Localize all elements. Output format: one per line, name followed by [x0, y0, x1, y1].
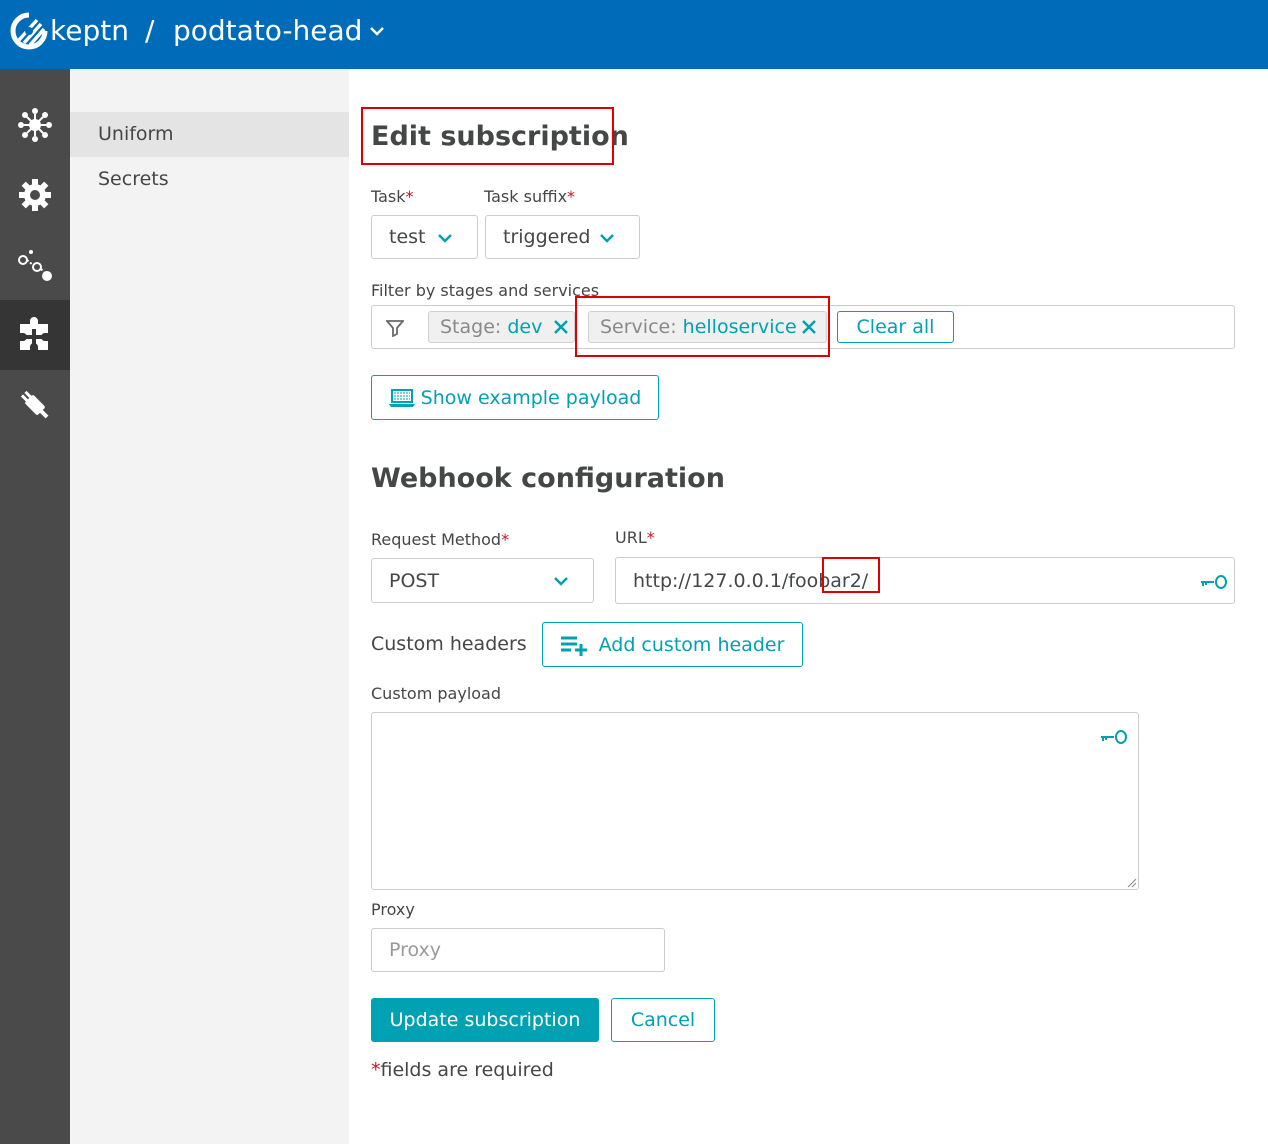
request-method-select[interactable]: POST — [371, 558, 594, 603]
submenu-item-secrets[interactable]: Secrets — [70, 157, 349, 202]
project-selector[interactable]: podtato-head — [173, 14, 362, 48]
url-value: http://127.0.0.1/foobar2/ — [633, 569, 869, 592]
add-list-icon — [560, 636, 587, 656]
update-subscription-button[interactable]: Update subscription — [371, 998, 599, 1042]
brand-name[interactable]: keptn — [50, 14, 129, 48]
submenu-item-uniform[interactable]: Uniform — [70, 112, 349, 157]
laptop-icon — [388, 388, 415, 407]
secret-key-icon[interactable] — [1100, 730, 1128, 744]
url-label: URL* — [615, 528, 655, 547]
task-label: Task* — [371, 187, 414, 206]
show-example-payload-button[interactable]: Show example payload — [371, 375, 659, 420]
url-input[interactable]: http://127.0.0.1/foobar2/ — [615, 557, 1235, 604]
filter-chip-service: Service: helloservice — [588, 311, 827, 343]
resize-handle-icon[interactable] — [1127, 878, 1137, 888]
chevron-down-icon — [438, 234, 452, 243]
task-suffix-select-value: triggered — [503, 226, 591, 248]
breadcrumb-separator: / — [145, 14, 155, 47]
custom-headers-label: Custom headers — [371, 633, 527, 655]
request-method-label: Request Method* — [371, 530, 510, 549]
request-method-value: POST — [389, 569, 440, 592]
proxy-label: Proxy — [371, 900, 415, 919]
add-custom-header-button[interactable]: Add custom header — [542, 622, 803, 667]
service-plug-icon — [20, 390, 49, 419]
cancel-button[interactable]: Cancel — [611, 998, 715, 1042]
page-title: Edit subscription — [371, 121, 629, 152]
task-suffix-select[interactable]: triggered — [485, 215, 640, 259]
required-fields-note: *fields are required — [371, 1059, 554, 1081]
webhook-section-title: Webhook configuration — [371, 463, 725, 494]
remove-chip-icon[interactable] — [553, 319, 569, 335]
clear-all-button[interactable]: Clear all — [837, 311, 954, 343]
chevron-down-icon — [554, 577, 568, 586]
proxy-input[interactable]: Proxy — [371, 928, 665, 972]
filter-funnel-icon — [386, 320, 404, 337]
side-navigation — [0, 69, 70, 1144]
proxy-placeholder: Proxy — [389, 939, 442, 961]
main-content: Edit subscription Task* Task suffix* tes… — [349, 69, 1268, 1144]
keptn-logo-icon[interactable] — [10, 12, 48, 50]
integrations-puzzle-icon — [20, 317, 48, 350]
task-select-value: test — [389, 226, 426, 248]
top-bar: keptn / podtato-head — [0, 0, 1268, 69]
filter-chip-stage: Stage: dev — [428, 311, 575, 343]
custom-payload-textarea[interactable] — [371, 712, 1139, 890]
environment-icon — [18, 108, 52, 142]
task-suffix-label: Task suffix* — [484, 187, 576, 206]
nav-settings[interactable] — [0, 160, 70, 230]
settings-submenu: Uniform Secrets — [70, 69, 349, 1144]
nav-service[interactable] — [0, 370, 70, 440]
filter-label: Filter by stages and services — [371, 281, 600, 300]
settings-gear-icon — [19, 179, 51, 211]
sequences-icon — [18, 250, 52, 281]
secret-key-icon[interactable] — [1200, 575, 1228, 589]
task-select[interactable]: test — [371, 215, 478, 259]
nav-environment[interactable] — [0, 90, 70, 160]
nav-sequences[interactable] — [0, 230, 70, 300]
chevron-down-icon[interactable] — [368, 22, 386, 40]
chevron-down-icon — [600, 234, 614, 243]
custom-payload-label: Custom payload — [371, 684, 502, 703]
filter-input[interactable]: Stage: dev Service: helloservice Clear a… — [371, 305, 1235, 349]
remove-chip-icon[interactable] — [801, 319, 817, 335]
nav-integrations[interactable] — [0, 300, 70, 370]
